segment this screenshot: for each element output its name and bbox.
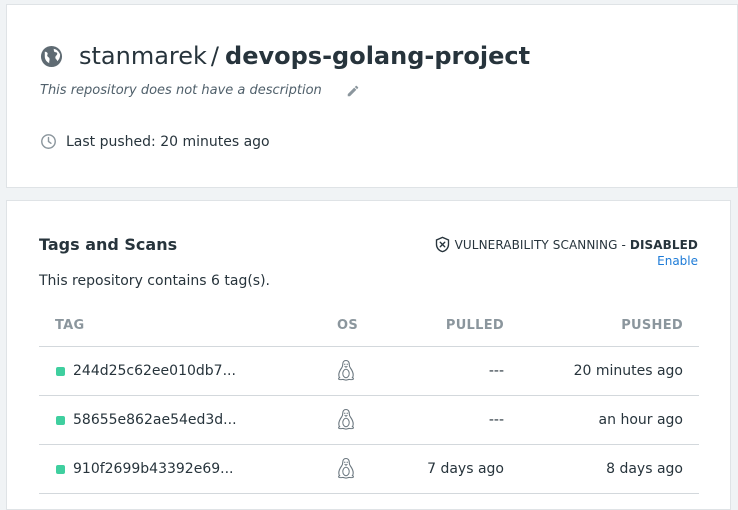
column-header-pushed[interactable]: PUSHED <box>621 318 683 333</box>
table-row[interactable]: 58655e862ae54ed3d... --- an hour ago <box>39 396 699 445</box>
tag-count: This repository contains 6 tag(s). <box>39 273 270 289</box>
tag-digest[interactable]: 244d25c62ee010db7... <box>73 363 236 379</box>
vuln-label: VULNERABILITY SCANNING - <box>454 237 626 252</box>
table-row[interactable]: 244d25c62ee010db7... --- 20 minutes ago <box>39 347 699 396</box>
tags-table: TAG OS PULLED PUSHED 244d25c62ee010db7..… <box>39 306 699 494</box>
repo-description: This repository does not have a descript… <box>40 83 360 98</box>
pushed-time: 8 days ago <box>606 461 683 477</box>
pushed-time: an hour ago <box>598 412 683 428</box>
globe-icon <box>40 45 63 67</box>
pulled-time: 7 days ago <box>427 461 504 477</box>
last-pushed-text: Last pushed: 20 minutes ago <box>66 133 270 150</box>
linux-icon <box>337 359 355 381</box>
clock-icon <box>41 134 56 149</box>
vuln-status: DISABLED <box>629 237 698 252</box>
status-dot <box>56 367 65 376</box>
vulnerability-scanning-status: VULNERABILITY SCANNING - DISABLED <box>435 236 698 253</box>
column-header-tag[interactable]: TAG <box>55 318 85 333</box>
repo-title: stanmarek / devops-golang-project <box>40 39 530 73</box>
repo-description-text: This repository does not have a descript… <box>40 83 322 98</box>
table-header: TAG OS PULLED PUSHED <box>39 306 699 347</box>
pushed-time: 20 minutes ago <box>573 363 683 379</box>
tag-digest[interactable]: 910f2699b43392e69... <box>73 461 233 477</box>
pulled-time: --- <box>488 412 504 428</box>
linux-icon <box>337 408 355 430</box>
status-dot <box>56 416 65 425</box>
column-header-os[interactable]: OS <box>337 318 358 333</box>
repo-separator: / <box>210 42 220 70</box>
linux-icon <box>337 457 355 479</box>
pulled-time: --- <box>488 363 504 379</box>
column-header-pulled[interactable]: PULLED <box>446 318 504 333</box>
repo-header-card: stanmarek / devops-golang-project This r… <box>6 4 738 188</box>
pencil-icon[interactable] <box>346 84 360 98</box>
tags-scans-card: Tags and Scans VULNERABILITY SCANNING - … <box>6 200 731 510</box>
tag-digest[interactable]: 58655e862ae54ed3d... <box>73 412 237 428</box>
table-row[interactable]: 910f2699b43392e69... 7 days ago 8 days a… <box>39 445 699 494</box>
shield-x-icon <box>435 236 449 253</box>
enable-scanning-link[interactable]: Enable <box>657 254 698 268</box>
repo-owner[interactable]: stanmarek <box>79 42 207 70</box>
status-dot <box>56 465 65 474</box>
section-title: Tags and Scans <box>39 235 178 254</box>
last-pushed: Last pushed: 20 minutes ago <box>40 133 270 150</box>
repo-name: devops-golang-project <box>225 42 531 70</box>
